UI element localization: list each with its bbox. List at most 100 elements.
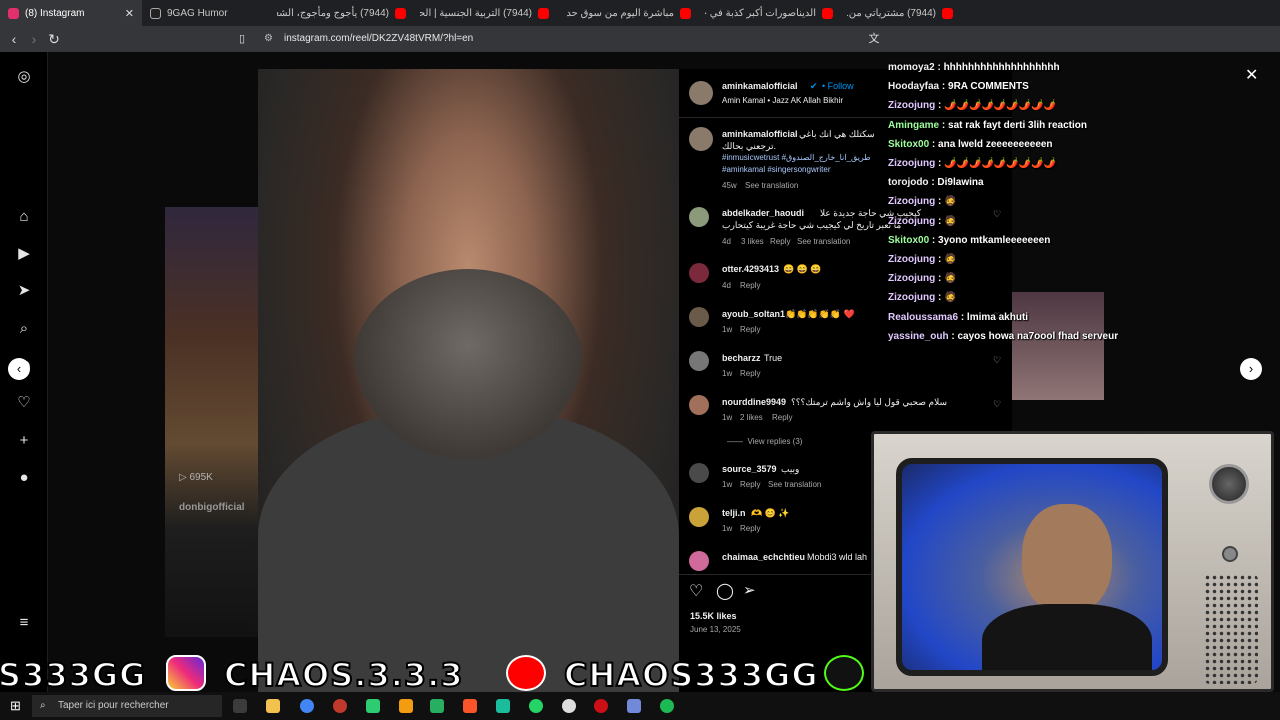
comment-avatar[interactable] (689, 551, 709, 571)
opera-icon[interactable] (594, 699, 608, 713)
chatgpt-icon[interactable] (562, 699, 576, 713)
app-icon[interactable] (333, 699, 347, 713)
site-info-icon[interactable]: ⚙ (264, 30, 273, 48)
comment-see-translation[interactable]: See translation (797, 237, 850, 246)
next-post-button[interactable]: › (1240, 358, 1262, 380)
chat-message: Hoodayfaa : 9RA COMMENTS (888, 81, 1029, 92)
caption-avatar[interactable] (689, 127, 713, 151)
likes-count[interactable]: 15.5K likes (690, 611, 737, 621)
tab-9gag[interactable]: 9GAG Humor (142, 0, 277, 26)
like-comment-icon[interactable]: ♡ (993, 399, 1001, 410)
chat-text: : hhhhhhhhhhhhhhhhhhh (934, 62, 1060, 73)
comment-reply-button[interactable]: Reply (740, 281, 760, 290)
caption-username[interactable]: aminkamalofficial (722, 129, 798, 139)
caption-hashtags[interactable]: #inmusicwetrust #طريق_انا_خارج_الصندوق (722, 153, 871, 162)
like-comment-icon[interactable]: ♡ (993, 355, 1001, 366)
windows-start-icon[interactable]: ⊞ (10, 698, 21, 714)
chat-username: Zizoojung (888, 292, 936, 304)
like-icon[interactable]: ♡ (689, 581, 703, 601)
comment-avatar[interactable] (689, 351, 709, 371)
reel-video[interactable] (258, 69, 679, 692)
create-icon[interactable]: + (15, 432, 33, 450)
comment-reply-button[interactable]: Reply (740, 480, 760, 489)
comment-reply-button[interactable]: Reply (772, 413, 792, 422)
chrome-icon[interactable] (300, 699, 314, 713)
tv-speaker-grille (1204, 574, 1258, 684)
comment-username[interactable]: nourddine9949 (722, 397, 786, 407)
task-view-icon[interactable] (233, 699, 247, 713)
comment-username[interactable]: abdelkader_haoudi (722, 208, 804, 218)
comment-likes[interactable]: 2 likes (740, 413, 763, 422)
back-icon[interactable]: ‹ (6, 31, 22, 47)
spotify-icon[interactable] (660, 699, 674, 713)
tab-instagram[interactable]: (8) Instagram ✕ (0, 0, 142, 26)
search-icon[interactable]: ⌕ (15, 320, 33, 338)
reload-icon[interactable]: ↻ (46, 31, 62, 47)
translate-icon[interactable]: 文 (866, 31, 882, 47)
author-avatar[interactable] (689, 81, 713, 105)
tab-youtube-5[interactable]: (7944) مشترياتي من... (847, 0, 967, 26)
comment-username[interactable]: otter.4293413 (722, 264, 779, 274)
tab-youtube-4[interactable]: الديناصورات أكبر كذبة في حياتنا... (705, 0, 847, 26)
previous-post-button[interactable]: ‹ (8, 358, 30, 380)
comment-avatar[interactable] (689, 507, 709, 527)
whatsapp-icon[interactable] (529, 699, 543, 713)
url-field[interactable]: ⚙ instagram.com/reel/DK2ZV48tVRM/?hl=en (256, 30, 896, 48)
bookmark-icon[interactable]: ▯ (234, 31, 250, 47)
comment-reply-button[interactable]: Reply (770, 237, 790, 246)
comment-avatar[interactable] (689, 395, 709, 415)
chat-text: : 🌶️🌶️🌶️🌶️🌶️🌶️🌶️🌶️🌶️ (935, 158, 1057, 169)
comment-reply-button[interactable]: Reply (740, 524, 760, 533)
comment-username[interactable]: chaimaa_echchtieu (722, 552, 805, 562)
comment-username[interactable]: becharzz (722, 353, 761, 363)
file-explorer-icon[interactable] (266, 699, 280, 713)
tab-youtube-3[interactable]: مباشرة اليوم من سوق حد السوا... (563, 0, 705, 26)
reels-icon[interactable]: ▶ (15, 245, 33, 263)
audio-label[interactable]: Amin Kamal • Jazz AK Allah Bikhir (722, 96, 843, 105)
more-menu-icon[interactable]: ≡ (15, 614, 33, 632)
close-tab-icon[interactable]: ✕ (125, 7, 134, 20)
chat-text: : cayos howa na7oool fhad serveur (948, 330, 1119, 342)
app-icon[interactable] (430, 699, 444, 713)
instagram-logo-icon[interactable]: ◎ (15, 68, 33, 86)
share-icon[interactable]: ➢ (743, 581, 756, 599)
comment-reply-button[interactable]: Reply (740, 369, 760, 378)
chat-text: : 🧔 (935, 292, 957, 304)
comment-avatar[interactable] (689, 263, 709, 283)
caption-see-translation[interactable]: See translation (745, 181, 798, 190)
tab-youtube-2[interactable]: (7944) التربية الجنسية | الحلقة 2... (420, 0, 563, 26)
comment-avatar[interactable] (689, 463, 709, 483)
brave-icon[interactable] (463, 699, 477, 713)
comment-time: 1w (722, 480, 733, 489)
chat-message: Realoussama6 : lmima akhuti (888, 312, 1028, 323)
taskbar-search[interactable]: ⌕ Taper ici pour rechercher (32, 695, 222, 717)
caption-hashtags-2[interactable]: #aminkamal #singersongwriter (722, 165, 831, 174)
follow-button[interactable]: • Follow (822, 81, 854, 91)
home-icon[interactable]: ⌂ (15, 208, 33, 226)
comment-username[interactable]: telji.n (722, 508, 746, 518)
comment-time: 1w (722, 524, 733, 533)
caption-time: 45w (722, 181, 737, 190)
comment-see-translation[interactable]: See translation (768, 480, 821, 489)
comment-likes[interactable]: 3 likes (741, 237, 764, 246)
app-icon[interactable] (366, 699, 380, 713)
comment-avatar[interactable] (689, 307, 709, 327)
chat-text: : sat rak fayt derti 3lih reaction (939, 119, 1087, 131)
comment-icon[interactable]: ◯ (716, 581, 734, 601)
author-username[interactable]: aminkamalofficial (722, 81, 798, 91)
close-post-icon[interactable]: ✕ (1245, 65, 1258, 85)
comment-username[interactable]: ayoub_soltan1 (722, 309, 785, 319)
profile-icon[interactable]: ● (15, 469, 33, 487)
comment-username[interactable]: source_3579 (722, 464, 777, 474)
discord-icon[interactable] (627, 699, 641, 713)
notifications-icon[interactable]: ♡ (15, 394, 33, 412)
chat-message: Zizoojung : 🌶️🌶️🌶️🌶️🌶️🌶️🌶️🌶️🌶️ (888, 158, 1056, 169)
comment-reply-button[interactable]: Reply (740, 325, 760, 334)
tab-youtube-1[interactable]: (7944) يأجوج ومأجوج، الشعب الـ... (277, 0, 420, 26)
app-icon[interactable] (496, 699, 510, 713)
view-replies-button[interactable]: —— View replies (3) (727, 437, 802, 446)
comment-avatar[interactable] (689, 207, 709, 227)
messages-icon[interactable]: ➤ (15, 282, 33, 300)
forward-icon[interactable]: › (26, 31, 42, 47)
vlc-icon[interactable] (399, 699, 413, 713)
